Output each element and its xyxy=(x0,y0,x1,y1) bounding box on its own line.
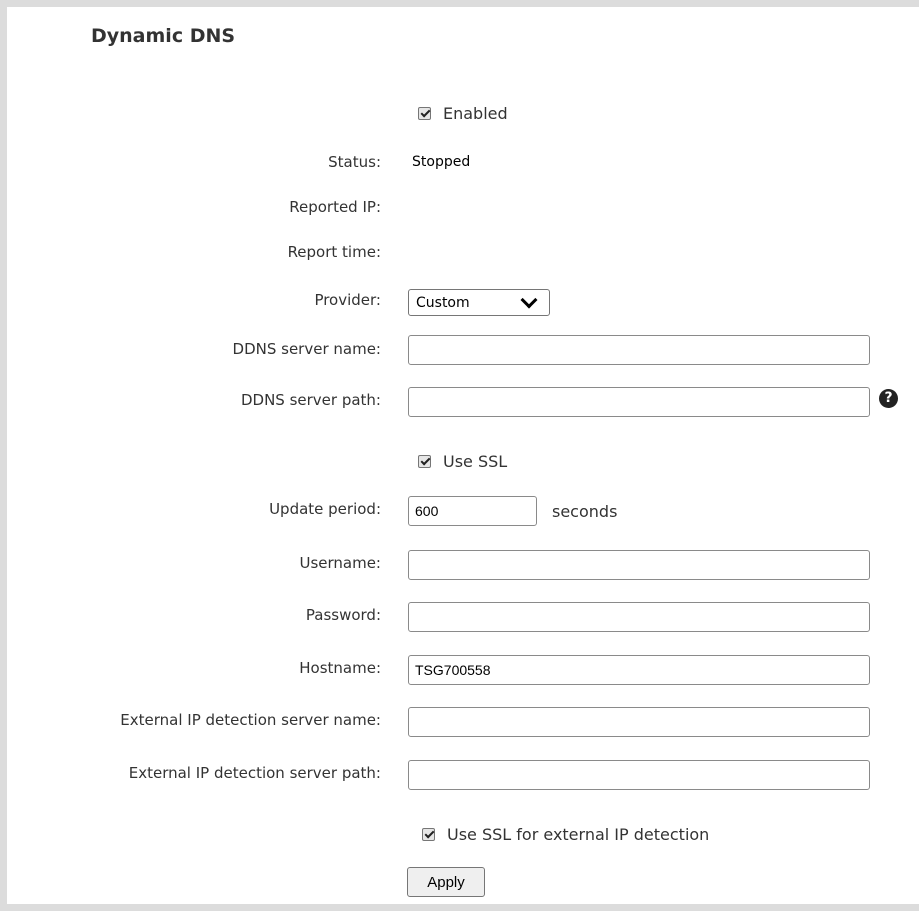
checkbox-checked-icon[interactable] xyxy=(418,455,431,468)
apply-button[interactable]: Apply xyxy=(407,867,485,897)
status-label: Status: xyxy=(328,153,381,171)
enabled-label: Enabled xyxy=(443,104,508,123)
ddns-server-name-label: DDNS server name: xyxy=(232,340,381,358)
ddns-server-name-input[interactable] xyxy=(408,335,870,365)
password-input[interactable] xyxy=(408,602,870,632)
username-input[interactable] xyxy=(408,550,870,580)
page-title: Dynamic DNS xyxy=(91,25,236,47)
username-label: Username: xyxy=(299,554,381,572)
checkbox-checked-icon[interactable] xyxy=(418,107,431,120)
settings-panel: Dynamic DNS Enabled Status: Stopped Repo… xyxy=(0,0,919,911)
ext-ip-server-name-input[interactable] xyxy=(408,707,870,737)
provider-label: Provider: xyxy=(314,291,381,309)
ddns-server-path-label: DDNS server path: xyxy=(240,391,381,409)
password-label: Password: xyxy=(305,606,381,624)
report-time-label: Report time: xyxy=(287,243,381,261)
update-period-unit: seconds xyxy=(552,502,618,521)
chevron-down-icon xyxy=(520,291,538,309)
hostname-label: Hostname: xyxy=(299,659,381,677)
status-value: Stopped xyxy=(412,154,471,170)
use-ssl-ext-checkbox[interactable]: Use SSL for external IP detection xyxy=(422,825,709,844)
provider-selected-value: Custom xyxy=(416,294,470,311)
reported-ip-label: Reported IP: xyxy=(289,198,381,216)
hostname-input[interactable]: TSG700558 xyxy=(408,655,870,685)
question-circle-icon[interactable]: ? xyxy=(879,389,898,408)
checkbox-checked-icon[interactable] xyxy=(422,828,435,841)
ext-ip-server-name-label: External IP detection server name: xyxy=(120,711,381,729)
use-ssl-checkbox[interactable]: Use SSL xyxy=(418,452,507,471)
ext-ip-server-path-label: External IP detection server path: xyxy=(128,764,381,782)
ext-ip-server-path-input[interactable] xyxy=(408,760,870,790)
enabled-checkbox[interactable]: Enabled xyxy=(418,104,508,123)
update-period-label: Update period: xyxy=(269,500,381,518)
update-period-input[interactable]: 600 xyxy=(408,496,537,526)
ddns-server-path-input[interactable] xyxy=(408,387,870,417)
use-ssl-ext-label: Use SSL for external IP detection xyxy=(447,825,710,844)
provider-select[interactable]: Custom xyxy=(408,289,550,316)
use-ssl-label: Use SSL xyxy=(443,452,508,471)
